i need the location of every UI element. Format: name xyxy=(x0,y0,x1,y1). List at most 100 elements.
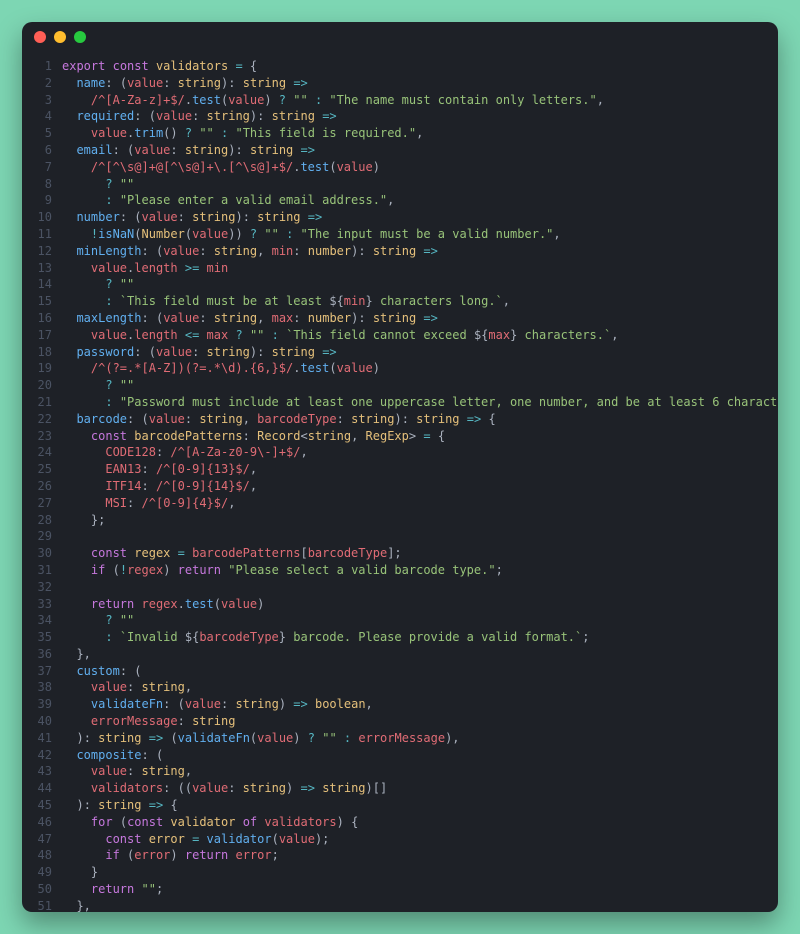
line-number: 48 xyxy=(22,847,62,864)
line-number: 38 xyxy=(22,679,62,696)
code-line[interactable]: 33 return regex.test(value) xyxy=(22,596,778,613)
code-line[interactable]: 5 value.trim() ? "" : "This field is req… xyxy=(22,125,778,142)
code-content: : `This field must be at least ${min} ch… xyxy=(62,293,778,310)
code-line[interactable]: 39 validateFn: (value: string) => boolea… xyxy=(22,696,778,713)
line-number: 12 xyxy=(22,243,62,260)
code-line[interactable]: 28 }; xyxy=(22,512,778,529)
code-content: required: (value: string): string => xyxy=(62,108,778,125)
code-content: ITF14: /^[0-9]{14}$/, xyxy=(62,478,778,495)
code-line[interactable]: 27 MSI: /^[0-9]{4}$/, xyxy=(22,495,778,512)
code-content: barcode: (value: string, barcodeType: st… xyxy=(62,411,778,428)
code-line[interactable]: 41 ): string => (validateFn(value) ? "" … xyxy=(22,730,778,747)
code-line[interactable]: 9 : "Please enter a valid email address.… xyxy=(22,192,778,209)
code-line[interactable]: 16 maxLength: (value: string, max: numbe… xyxy=(22,310,778,327)
code-line[interactable]: 13 value.length >= min xyxy=(22,260,778,277)
code-line[interactable]: 8 ? "" xyxy=(22,176,778,193)
code-line[interactable]: 7 /^[^\s@]+@[^\s@]+\.[^\s@]+$/.test(valu… xyxy=(22,159,778,176)
code-content xyxy=(62,579,778,596)
code-line[interactable]: 12 minLength: (value: string, min: numbe… xyxy=(22,243,778,260)
code-content: : `Invalid ${barcodeType} barcode. Pleas… xyxy=(62,629,778,646)
code-content: if (!regex) return "Please select a vali… xyxy=(62,562,778,579)
code-line[interactable]: 11 !isNaN(Number(value)) ? "" : "The inp… xyxy=(22,226,778,243)
line-number: 26 xyxy=(22,478,62,495)
code-line[interactable]: 48 if (error) return error; xyxy=(22,847,778,864)
line-number: 5 xyxy=(22,125,62,142)
code-line[interactable]: 43 value: string, xyxy=(22,763,778,780)
line-number: 49 xyxy=(22,864,62,881)
code-line[interactable]: 20 ? "" xyxy=(22,377,778,394)
line-number: 21 xyxy=(22,394,62,411)
code-line[interactable]: 34 ? "" xyxy=(22,612,778,629)
line-number: 24 xyxy=(22,444,62,461)
code-line[interactable]: 18 password: (value: string): string => xyxy=(22,344,778,361)
code-content: MSI: /^[0-9]{4}$/, xyxy=(62,495,778,512)
code-line[interactable]: 25 EAN13: /^[0-9]{13}$/, xyxy=(22,461,778,478)
code-editor[interactable]: 1export const validators = {2 name: (val… xyxy=(22,52,778,912)
line-number: 27 xyxy=(22,495,62,512)
code-content: const barcodePatterns: Record<string, Re… xyxy=(62,428,778,445)
code-line[interactable]: 36 }, xyxy=(22,646,778,663)
code-line[interactable]: 21 : "Password must include at least one… xyxy=(22,394,778,411)
code-line[interactable]: 6 email: (value: string): string => xyxy=(22,142,778,159)
code-line[interactable]: 31 if (!regex) return "Please select a v… xyxy=(22,562,778,579)
line-number: 28 xyxy=(22,512,62,529)
line-number: 4 xyxy=(22,108,62,125)
code-content: composite: ( xyxy=(62,747,778,764)
code-line[interactable]: 38 value: string, xyxy=(22,679,778,696)
code-line[interactable]: 4 required: (value: string): string => xyxy=(22,108,778,125)
line-number: 37 xyxy=(22,663,62,680)
code-window: 1export const validators = {2 name: (val… xyxy=(22,22,778,912)
line-number: 10 xyxy=(22,209,62,226)
code-line[interactable]: 19 /^(?=.*[A-Z])(?=.*\d).{6,}$/.test(val… xyxy=(22,360,778,377)
code-line[interactable]: 50 return ""; xyxy=(22,881,778,898)
code-line[interactable]: 15 : `This field must be at least ${min}… xyxy=(22,293,778,310)
code-line[interactable]: 30 const regex = barcodePatterns[barcode… xyxy=(22,545,778,562)
code-line[interactable]: 49 } xyxy=(22,864,778,881)
code-line[interactable]: 24 CODE128: /^[A-Za-z0-9\-]+$/, xyxy=(22,444,778,461)
code-line[interactable]: 14 ? "" xyxy=(22,276,778,293)
code-content: ? "" xyxy=(62,612,778,629)
code-content: minLength: (value: string, min: number):… xyxy=(62,243,778,260)
line-number: 22 xyxy=(22,411,62,428)
code-line[interactable]: 29 xyxy=(22,528,778,545)
code-line[interactable]: 23 const barcodePatterns: Record<string,… xyxy=(22,428,778,445)
line-number: 16 xyxy=(22,310,62,327)
line-number: 17 xyxy=(22,327,62,344)
line-number: 30 xyxy=(22,545,62,562)
code-line[interactable]: 45 ): string => { xyxy=(22,797,778,814)
code-line[interactable]: 1export const validators = { xyxy=(22,58,778,75)
line-number: 25 xyxy=(22,461,62,478)
line-number: 18 xyxy=(22,344,62,361)
code-line[interactable]: 35 : `Invalid ${barcodeType} barcode. Pl… xyxy=(22,629,778,646)
line-number: 3 xyxy=(22,92,62,109)
code-line[interactable]: 42 composite: ( xyxy=(22,747,778,764)
code-content: maxLength: (value: string, max: number):… xyxy=(62,310,778,327)
zoom-icon[interactable] xyxy=(74,31,86,43)
code-line[interactable]: 44 validators: ((value: string) => strin… xyxy=(22,780,778,797)
code-line[interactable]: 10 number: (value: string): string => xyxy=(22,209,778,226)
code-content: validators: ((value: string) => string)[… xyxy=(62,780,778,797)
code-line[interactable]: 32 xyxy=(22,579,778,596)
line-number: 32 xyxy=(22,579,62,596)
code-line[interactable]: 22 barcode: (value: string, barcodeType:… xyxy=(22,411,778,428)
code-line[interactable]: 17 value.length <= max ? "" : `This fiel… xyxy=(22,327,778,344)
minimize-icon[interactable] xyxy=(54,31,66,43)
line-number: 13 xyxy=(22,260,62,277)
code-line[interactable]: 47 const error = validator(value); xyxy=(22,831,778,848)
code-line[interactable]: 51 }, xyxy=(22,898,778,912)
code-line[interactable]: 46 for (const validator of validators) { xyxy=(22,814,778,831)
close-icon[interactable] xyxy=(34,31,46,43)
line-number: 39 xyxy=(22,696,62,713)
line-number: 41 xyxy=(22,730,62,747)
line-number: 47 xyxy=(22,831,62,848)
code-line[interactable]: 40 errorMessage: string xyxy=(22,713,778,730)
code-content: ): string => { xyxy=(62,797,778,814)
code-line[interactable]: 37 custom: ( xyxy=(22,663,778,680)
code-line[interactable]: 3 /^[A-Za-z]+$/.test(value) ? "" : "The … xyxy=(22,92,778,109)
code-line[interactable]: 26 ITF14: /^[0-9]{14}$/, xyxy=(22,478,778,495)
code-content: validateFn: (value: string) => boolean, xyxy=(62,696,778,713)
code-content: custom: ( xyxy=(62,663,778,680)
code-content: value.length >= min xyxy=(62,260,778,277)
code-content: }, xyxy=(62,898,778,912)
code-line[interactable]: 2 name: (value: string): string => xyxy=(22,75,778,92)
